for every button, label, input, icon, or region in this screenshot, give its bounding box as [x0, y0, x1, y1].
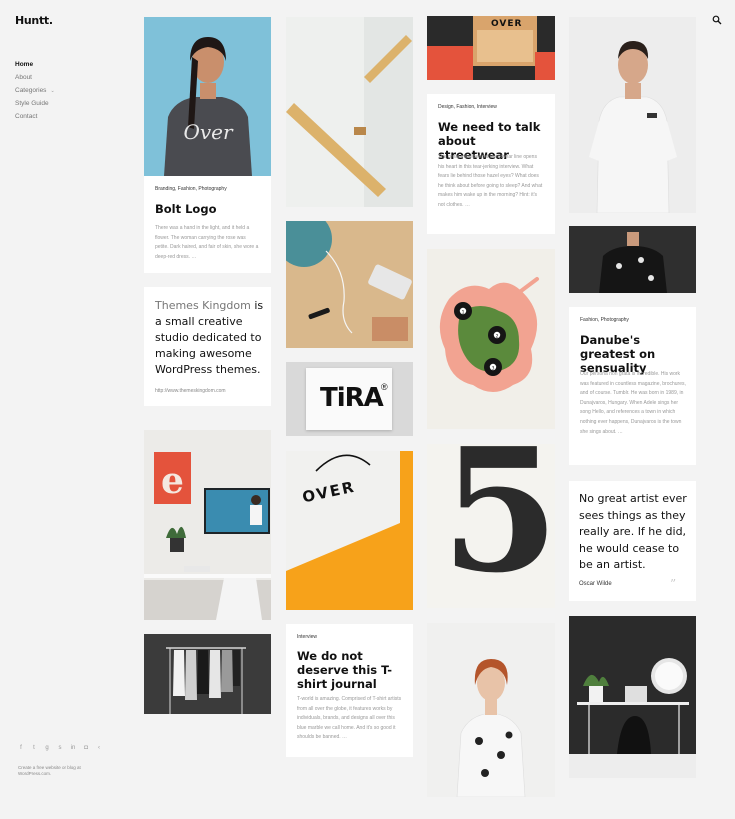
post-title[interactable]: Bolt Logo: [155, 202, 216, 216]
quote-mark-icon: ”: [670, 577, 677, 591]
facebook-icon[interactable]: f: [18, 745, 24, 752]
svg-text:e: e: [161, 460, 184, 502]
footer-credit[interactable]: Create a free website or blog at WordPre…: [18, 765, 93, 777]
registered-mark: ®: [381, 382, 388, 392]
workspace-image[interactable]: [569, 616, 696, 778]
over-packaging-image[interactable]: OVER: [427, 16, 555, 80]
nav-item-about[interactable]: About: [15, 71, 55, 84]
svg-text:Over: Over: [183, 120, 234, 144]
quote-card: No great artist ever sees things as they…: [569, 481, 696, 601]
quote-text: No great artist ever sees things as they…: [579, 492, 687, 571]
tira-wordmark: TiRA: [320, 383, 384, 413]
post-card-streetwear[interactable]: Design, Fashion, Interview We need to ta…: [427, 94, 555, 234]
site-logo[interactable]: Huntt.: [15, 14, 53, 27]
clothing-rack-image[interactable]: [144, 634, 271, 714]
desk-flatlay-photo: [286, 221, 413, 348]
post-excerpt: Our persona non grata is incredible. His…: [580, 371, 686, 435]
desk-flatlay-image[interactable]: [286, 221, 413, 348]
redhead-model-photo: [427, 623, 555, 797]
post-card-bolt[interactable]: Branding, Fashion, Photography Bolt Logo…: [144, 176, 271, 273]
post-image-bolt[interactable]: Over: [144, 17, 271, 176]
tira-image[interactable]: TiRA ®: [286, 362, 413, 436]
post-card-tshirt[interactable]: Interview We do not deserve this T-shirt…: [286, 624, 413, 757]
workspace-photo: [569, 616, 696, 778]
over-bag-image[interactable]: OVER: [286, 451, 413, 610]
clothing-rack-photo: [144, 634, 271, 714]
man-black-tee-image[interactable]: [569, 226, 696, 293]
numeral-five-image[interactable]: 5: [427, 444, 555, 608]
nav-item-categories[interactable]: Categories ⌄: [15, 84, 55, 97]
search-icon[interactable]: [712, 15, 722, 25]
nav-item-label: About: [15, 74, 32, 81]
share-icon[interactable]: ‹: [96, 745, 102, 752]
about-text: Themes Kingdom is a small creative studi…: [155, 298, 265, 378]
pool-balls-illustration: 1 2 3: [427, 249, 555, 429]
themes-kingdom-card: Themes Kingdom is a small creative studi…: [144, 287, 271, 406]
man-speckled-tee-image[interactable]: [569, 17, 696, 213]
post-excerpt: T-world is amazing. Comprised of T-shirt…: [297, 696, 402, 741]
stumbleupon-icon[interactable]: s: [57, 745, 63, 752]
chevron-down-icon: ⌄: [50, 88, 55, 94]
quote-author: Oscar Wilde: [579, 581, 612, 587]
google-plus-icon[interactable]: g: [44, 745, 50, 752]
nav-item-label: Style Guide: [15, 100, 49, 107]
website-link[interactable]: http://www.themeskingdom.com: [155, 388, 226, 394]
nav-item-home[interactable]: Home: [15, 58, 55, 71]
nav-item-label: Categories: [15, 87, 47, 94]
post-categories[interactable]: Design, Fashion, Interview: [438, 104, 497, 110]
nav-item-style-guide[interactable]: Style Guide: [15, 97, 55, 110]
pool-ball-number: 1: [462, 309, 465, 315]
pool-ball-number: 2: [496, 333, 499, 339]
post-categories[interactable]: Interview: [297, 634, 317, 640]
wooden-railing-photo: [286, 17, 413, 207]
brand-link[interactable]: Themes Kingdom: [155, 299, 251, 312]
woman-sweatshirt-photo: Over: [144, 17, 271, 176]
instagram-icon[interactable]: ◘: [83, 745, 89, 752]
post-categories[interactable]: Branding, Fashion, Photography: [155, 186, 227, 192]
pool-balls-image[interactable]: 1 2 3: [427, 249, 555, 429]
twitter-icon[interactable]: t: [31, 745, 37, 752]
nav-item-label: Contact: [15, 113, 38, 120]
wooden-railing-image[interactable]: [286, 17, 413, 207]
social-links: f t g s in ◘ ‹: [18, 745, 102, 752]
numeral-five: 5: [441, 444, 555, 608]
post-title[interactable]: Danube's greatest on sensuality: [580, 333, 692, 375]
main-nav: Home About Categories ⌄ Style Guide Conta…: [15, 58, 55, 123]
linkedin-icon[interactable]: in: [70, 745, 76, 752]
post-excerpt: The great mind behind streetwear line op…: [438, 154, 543, 208]
post-card-danube[interactable]: Fashion, Photography Danube's greatest o…: [569, 307, 696, 465]
tira-booklet: TiRA ®: [306, 368, 392, 430]
over-box-logo: OVER: [491, 19, 523, 29]
pool-ball-number: 3: [492, 365, 495, 371]
redhead-model-image[interactable]: [427, 623, 555, 797]
nav-item-contact[interactable]: Contact: [15, 110, 55, 123]
studio-desk-photo: e: [144, 430, 271, 620]
studio-desk-image[interactable]: e: [144, 430, 271, 620]
over-bag-photo: [286, 451, 413, 610]
man-black-tee-photo: [569, 226, 696, 293]
post-title[interactable]: We do not deserve this T-shirt journal: [297, 649, 407, 691]
post-excerpt: There was a hand in the light, and it he…: [155, 225, 259, 260]
man-speckled-tee-photo: [569, 17, 696, 213]
post-categories[interactable]: Fashion, Photography: [580, 317, 629, 323]
nav-item-label: Home: [15, 61, 34, 68]
